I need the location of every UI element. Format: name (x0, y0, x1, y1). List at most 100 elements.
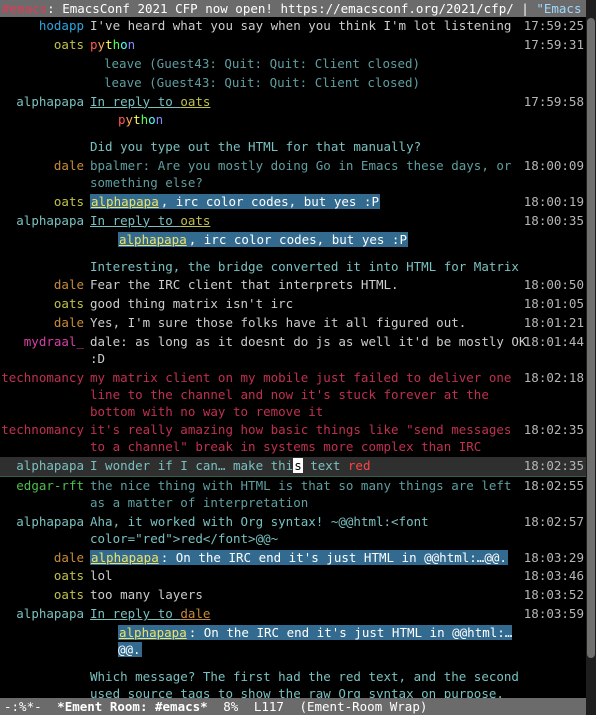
mention-user[interactable]: alphapapa (90, 194, 160, 209)
timestamp: 18:00:09 (524, 158, 584, 175)
reply-user-link[interactable]: oats (180, 213, 210, 228)
nick: technomancy (0, 422, 90, 439)
message-body: Fear the IRC client that interprets HTML… (90, 277, 586, 294)
text-after-cursor: text (303, 458, 348, 473)
nick: oats (0, 587, 90, 604)
chat-row: alphapapaI wonder if I can… make this te… (0, 457, 586, 477)
message-body: python (90, 37, 586, 54)
nick: alphapapa (0, 514, 90, 531)
rainbow-text: python (118, 112, 163, 127)
message-body: alphapapa, irc color codes, but yes :P (90, 232, 586, 249)
nick: alphapapa (0, 94, 90, 111)
status-pct: 8% (219, 699, 242, 714)
message-body: python (90, 112, 586, 129)
timestamp: 18:02:55 (524, 478, 584, 495)
status-mode: (Ement-Room Wrap) (295, 699, 431, 714)
chat-row: daleFear the IRC client that interprets … (0, 276, 586, 295)
nick: oats (0, 296, 90, 313)
chat-row: dalebpalmer: Are you mostly doing Go in … (0, 157, 586, 193)
timestamp: 18:02:35 (524, 458, 584, 475)
timestamp: 17:59:58 (524, 94, 584, 111)
top-bar: #emacs: EmacsConf 2021 CFP now open! htt… (0, 0, 590, 17)
topic-sep: | (514, 1, 537, 16)
scrollbar[interactable] (586, 0, 596, 715)
reply-user-link[interactable]: dale (180, 606, 210, 621)
message-body: alphapapa: On the IRC end it's just HTML… (90, 625, 586, 659)
message-body: Aha, it worked with Org syntax! ~@@html:… (90, 514, 586, 548)
reply-label[interactable]: In reply to (90, 213, 180, 228)
nick: oats (0, 194, 90, 211)
message-body: In reply to oats (90, 94, 586, 111)
timestamp: 18:01:44 (524, 334, 584, 351)
reply-label[interactable]: In reply to (90, 94, 180, 109)
message-body: In reply to oats (90, 213, 586, 230)
chat-row: technomancyit's really amazing how basic… (0, 421, 586, 457)
message-body: I wonder if I can… make this text red (90, 458, 586, 475)
status-bar: -:%*- *Ement Room: #emacs* 8% L117 (Emen… (0, 698, 586, 715)
chat-row: mydraal_dale: as long as it doesnt do js… (0, 333, 586, 369)
chat-row: Interesting, the bridge converted it int… (0, 258, 586, 277)
nick: dale (0, 315, 90, 332)
message-body: Interesting, the bridge converted it int… (90, 259, 586, 276)
timestamp: 18:00:19 (524, 194, 584, 211)
spacer (0, 130, 586, 138)
timestamp: 18:02:35 (524, 422, 584, 439)
timestamp: 18:00:35 (524, 213, 584, 230)
timestamp: 18:03:59 (524, 606, 584, 623)
timestamp: 18:01:05 (524, 296, 584, 313)
nick: technomancy (0, 370, 90, 387)
chat-row: dalealphapapa: On the IRC end it's just … (0, 549, 586, 568)
mention-user[interactable]: alphapapa (118, 625, 188, 640)
topic-quote: "Emacs is a co (536, 1, 590, 16)
highlighted-text: , irc color codes, but yes :P (188, 232, 408, 247)
message-body: alphapapa: On the IRC end it's just HTML… (90, 550, 586, 567)
chat-row: oatslol18:03:46 (0, 567, 586, 586)
chat-row: oatstoo many layers18:03:52 (0, 586, 586, 605)
message-body: lol (90, 568, 586, 585)
mention-user[interactable]: alphapapa (90, 550, 160, 565)
scrollbar-thumb[interactable] (587, 18, 595, 658)
chat-row: oatspython17:59:31 (0, 36, 586, 55)
message-body: my matrix client on my mobile just faile… (90, 370, 586, 421)
highlighted-text: : On the IRC end it's just HTML in @@htm… (160, 550, 508, 565)
channel-name: #emacs (2, 1, 47, 16)
chat-row: alphapapa: On the IRC end it's just HTML… (0, 624, 586, 660)
nick: alphapapa (0, 213, 90, 230)
chat-area[interactable]: hodappI've heard what you say when you t… (0, 17, 586, 698)
timestamp: 17:59:31 (524, 37, 584, 54)
mention-user[interactable]: alphapapa (118, 232, 188, 247)
nick: hodapp (0, 18, 90, 35)
nick: dale (0, 277, 90, 294)
chat-row: alphapapaIn reply to dale 18:03:59 (0, 605, 586, 624)
timestamp: 18:03:29 (524, 550, 584, 567)
status-flags: -:%*- (0, 699, 46, 714)
nick: alphapapa (0, 606, 90, 623)
chat-row: leave (Guest43: Quit: Quit: Client close… (0, 55, 586, 74)
timestamp: 18:02:57 (524, 514, 584, 531)
reply-label[interactable]: In reply to (90, 606, 180, 621)
message-body: it's really amazing how basic things lik… (90, 422, 586, 456)
timestamp: 18:01:21 (524, 315, 584, 332)
message-body: the nice thing with HTML is that so many… (90, 478, 586, 512)
spacer (0, 250, 586, 258)
message-body: Did you type out the HTML for that manua… (90, 139, 586, 156)
chat-row: technomancymy matrix client on my mobile… (0, 369, 586, 422)
chat-row: alphapapa, irc color codes, but yes :P (0, 231, 586, 250)
chat-row: edgar-rftthe nice thing with HTML is tha… (0, 477, 586, 513)
message-body: Which message? The first had the red tex… (90, 669, 586, 698)
timestamp: 18:02:18 (524, 370, 584, 387)
chat-row: Did you type out the HTML for that manua… (0, 138, 586, 157)
timestamp: 18:03:46 (524, 568, 584, 585)
message-body: dale: as long as it doesnt do js as well… (90, 334, 586, 368)
red-text: red (348, 458, 371, 473)
timestamp: 18:03:52 (524, 587, 584, 604)
chat-row: daleYes, I'm sure those folks have it al… (0, 314, 586, 333)
rainbow-text: python (90, 37, 135, 52)
timestamp: 18:00:50 (524, 277, 584, 294)
reply-user-link[interactable]: oats (180, 94, 210, 109)
message-body: I've heard what you say when you think I… (90, 18, 586, 35)
leave-message: leave (Guest43: Quit: Quit: Client close… (90, 56, 586, 73)
message-body: good thing matrix isn't irc (90, 296, 586, 313)
chat-row: oatsgood thing matrix isn't irc18:01:05 (0, 295, 586, 314)
highlighted-text: , irc color codes, but yes :P (160, 194, 380, 209)
